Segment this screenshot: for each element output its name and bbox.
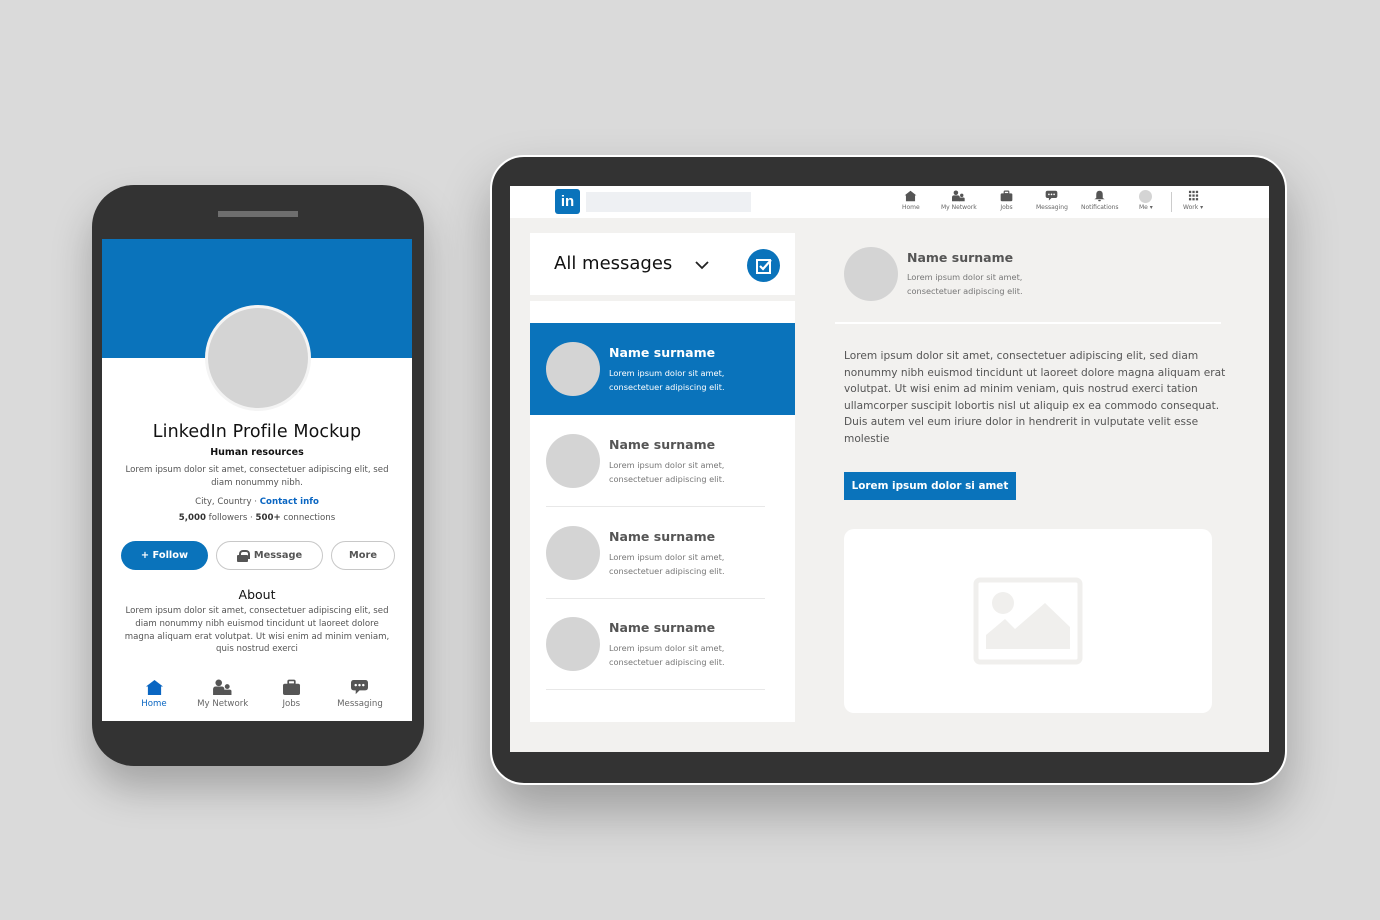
message-button-label: Message: [253, 550, 303, 561]
nav-me[interactable]: Me ▾: [1139, 190, 1153, 211]
nav-jobs[interactable]: Jobs: [1000, 190, 1013, 211]
nav-notifications[interactable]: Notifications: [1081, 190, 1119, 211]
message-snippet: Lorem ipsum dolor sit amet, consectetuer…: [609, 643, 725, 667]
grid-icon: [1188, 190, 1198, 201]
conversation-name[interactable]: Name surname: [907, 250, 1013, 265]
profile-headline: Human resources: [210, 447, 304, 458]
phone-screen: LinkedIn Profile Mockup Human resources …: [102, 239, 412, 721]
conversation-action-button[interactable]: Lorem ipsum dolor si amet: [844, 472, 1016, 500]
connections-count[interactable]: 500+: [256, 513, 281, 523]
nav-work[interactable]: Work ▾: [1183, 190, 1203, 211]
conversation-action-label: Lorem ipsum dolor si amet: [851, 480, 1009, 492]
nav-label: Me ▾: [1139, 204, 1153, 211]
nav-label: Home: [902, 204, 920, 211]
briefcase-icon: [1000, 190, 1013, 202]
nav-divider: [1171, 192, 1172, 212]
about-text: Lorem ipsum dolor sit amet, consectetuer…: [124, 606, 390, 655]
nav-messaging[interactable]: Messaging: [1036, 190, 1068, 211]
people-icon: [952, 190, 966, 202]
briefcase-icon: [282, 679, 300, 696]
phone-speaker: [218, 211, 298, 217]
contact-info-link[interactable]: Contact info: [260, 497, 319, 507]
nav-label: Messaging: [1036, 204, 1068, 211]
bottom-nav-label: Home: [141, 699, 167, 709]
followers-label: followers ·: [205, 513, 256, 523]
compose-message-button[interactable]: [747, 249, 780, 282]
message-sender-name: Name surname: [609, 620, 716, 635]
bottom-nav-label: Messaging: [337, 699, 383, 709]
bottom-nav-label: Jobs: [282, 699, 301, 709]
lock-icon: [236, 549, 250, 562]
message-button[interactable]: Message: [216, 541, 323, 570]
nav-label: Work ▾: [1183, 204, 1204, 211]
search-input[interactable]: [586, 192, 751, 212]
bottom-nav-my-network[interactable]: My Network: [191, 679, 255, 713]
separator: ·: [251, 497, 260, 507]
message-snippet: Lorem ipsum dolor sit amet, consectetuer…: [609, 368, 725, 392]
chevron-down-icon[interactable]: [694, 259, 710, 271]
message-list-item[interactable]: Name surname Lorem ipsum dolor sit amet,…: [530, 598, 795, 690]
profile-avatar[interactable]: [205, 305, 311, 411]
message-sender-name: Name surname: [609, 437, 716, 452]
divider: [546, 689, 765, 690]
avatar: [546, 526, 600, 580]
me-avatar: [1139, 190, 1153, 203]
profile-stats: 5,000 followers · 500+ connections: [102, 513, 412, 523]
nav-my-network[interactable]: My Network: [941, 190, 977, 211]
image-placeholder-icon: [973, 577, 1083, 665]
connections-label: connections: [280, 513, 336, 523]
conversation-avatar[interactable]: [844, 247, 898, 301]
messages-list: Name surname Lorem ipsum dolor sit amet,…: [530, 301, 795, 722]
message-sender-name: Name surname: [609, 345, 716, 360]
message-snippet: Lorem ipsum dolor sit amet, consectetuer…: [609, 460, 725, 484]
phone-device: LinkedIn Profile Mockup Human resources …: [92, 185, 424, 766]
avatar: [546, 617, 600, 671]
bottom-nav-label: My Network: [197, 699, 249, 709]
tablet-device: in Home My Network Jobs Messaging Notifi…: [490, 155, 1287, 785]
linkedin-logo[interactable]: in: [555, 189, 580, 214]
nav-home[interactable]: Home: [902, 190, 920, 211]
message-list-item[interactable]: Name surname Lorem ipsum dolor sit amet,…: [530, 415, 795, 507]
follow-button[interactable]: + Follow: [121, 541, 208, 570]
more-button[interactable]: More: [331, 541, 395, 570]
bottom-nav-messaging[interactable]: Messaging: [328, 679, 392, 713]
conversation-divider: [835, 322, 1221, 324]
nav-label: My Network: [941, 204, 977, 211]
messages-header: All messages: [530, 233, 795, 295]
more-button-label: More: [349, 550, 377, 561]
messages-title[interactable]: All messages: [554, 253, 672, 274]
message-list-item[interactable]: Name surname Lorem ipsum dolor sit amet,…: [530, 507, 795, 599]
home-icon: [145, 679, 163, 696]
profile-location-row: City, Country · Contact info: [102, 497, 412, 507]
bell-icon: [1094, 190, 1105, 202]
compose-icon: [755, 258, 772, 274]
media-attachment-card[interactable]: [844, 529, 1212, 713]
top-navigation-bar: in Home My Network Jobs Messaging Notifi…: [510, 186, 1269, 218]
message-list-item[interactable]: Name surname Lorem ipsum dolor sit amet,…: [530, 323, 795, 415]
bottom-nav: Home My Network Jobs Messaging: [122, 679, 392, 713]
profile-name: LinkedIn Profile Mockup: [152, 422, 362, 442]
avatar: [546, 434, 600, 488]
people-icon: [213, 679, 232, 696]
conversation-subtitle: Lorem ipsum dolor sit amet, consectetuer…: [907, 272, 1023, 296]
bottom-nav-jobs[interactable]: Jobs: [259, 679, 323, 713]
bottom-nav-home[interactable]: Home: [122, 679, 186, 713]
chat-icon: [351, 679, 369, 695]
profile-summary: Lorem ipsum dolor sit amet, consectetuer…: [125, 465, 389, 488]
message-sender-name: Name surname: [609, 529, 716, 544]
nav-label: Notifications: [1081, 204, 1119, 211]
followers-count: 5,000: [178, 513, 206, 523]
conversation-message-body: Lorem ipsum dolor sit amet, consectetuer…: [844, 350, 1226, 445]
follow-button-label: + Follow: [140, 550, 189, 561]
home-icon: [905, 190, 917, 202]
tablet-screen: in Home My Network Jobs Messaging Notifi…: [510, 186, 1269, 752]
about-title: About: [238, 587, 276, 602]
chat-icon: [1046, 190, 1058, 201]
message-snippet: Lorem ipsum dolor sit amet, consectetuer…: [609, 552, 725, 576]
avatar: [546, 342, 600, 396]
nav-label: Jobs: [1000, 204, 1013, 211]
profile-location: City, Country: [195, 497, 252, 507]
